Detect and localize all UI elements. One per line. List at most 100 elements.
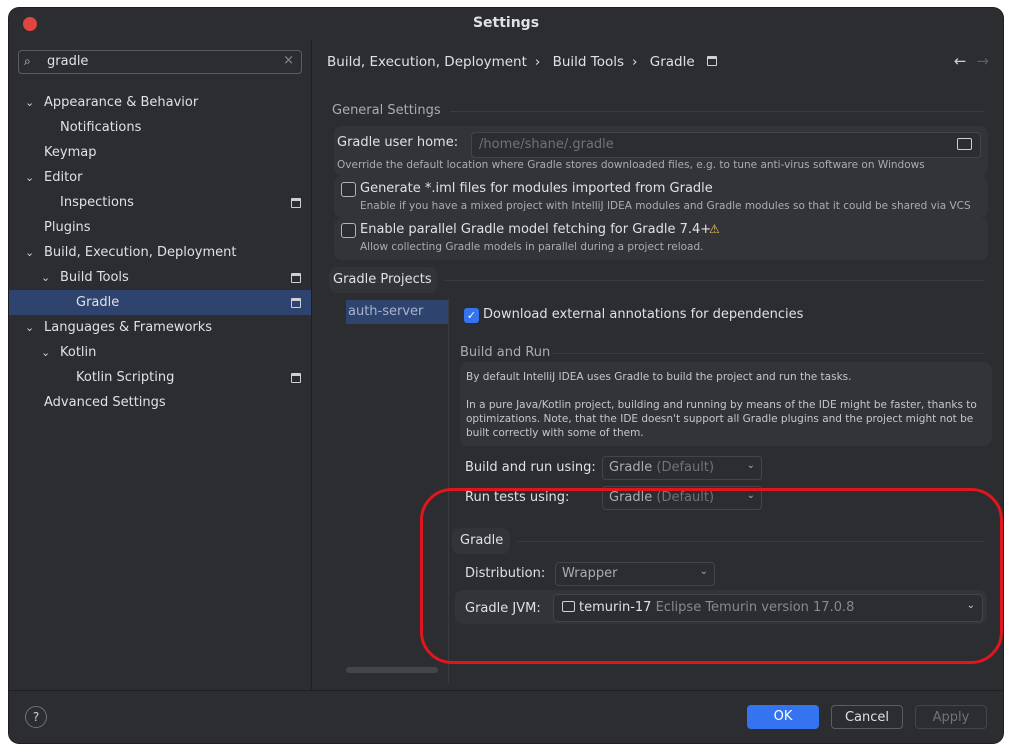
sidebar-item-gradle[interactable]: Gradle xyxy=(9,290,311,315)
parallel-checkbox[interactable] xyxy=(341,223,356,238)
project-level-icon xyxy=(291,373,301,383)
search-value: gradle xyxy=(47,54,89,69)
project-item-auth-server[interactable]: auth-server xyxy=(346,300,448,324)
user-home-label: Gradle user home: xyxy=(337,135,459,150)
distribution-label: Distribution: xyxy=(465,566,546,581)
sidebar-item-label: Kotlin xyxy=(60,345,97,360)
sidebar-item-advanced-settings[interactable]: Advanced Settings xyxy=(9,390,311,415)
settings-sidebar: ⌕ gradle × ⌄ Appearance & Behavior Notif… xyxy=(9,40,312,690)
chevron-down-icon[interactable]: ⌄ xyxy=(41,340,50,365)
forward-arrow-icon[interactable]: → xyxy=(976,52,989,70)
back-arrow-icon[interactable]: ← xyxy=(954,52,967,70)
divider xyxy=(552,353,984,354)
sidebar-item-notifications[interactable]: Notifications xyxy=(9,115,311,140)
history-navigation: ← → xyxy=(954,52,989,70)
build-using-select[interactable]: Gradle (Default) ⌄ xyxy=(602,456,762,480)
gradle-section-title: Gradle xyxy=(460,533,504,548)
sidebar-item-label: Notifications xyxy=(60,120,142,135)
gradle-jvm-sub: Eclipse Temurin version 17.0.8 xyxy=(655,600,855,615)
build-and-run-info: By default IntelliJ IDEA uses Gradle to … xyxy=(460,362,992,446)
breadcrumb-item[interactable]: Build Tools xyxy=(553,54,624,70)
gradle-projects-list: auth-server xyxy=(346,298,449,683)
general-settings-title: General Settings xyxy=(332,103,441,118)
apply-button[interactable]: Apply xyxy=(915,705,987,729)
search-icon: ⌕ xyxy=(24,54,31,68)
cancel-button[interactable]: Cancel xyxy=(831,705,903,729)
chevron-down-icon[interactable]: ⌄ xyxy=(25,165,34,190)
chevron-down-icon[interactable]: ⌄ xyxy=(41,265,50,290)
sidebar-item-appearance-behavior[interactable]: ⌄ Appearance & Behavior xyxy=(9,90,311,115)
build-and-run-title: Build and Run xyxy=(460,345,551,360)
breadcrumb-separator: › xyxy=(632,54,638,70)
sidebar-item-plugins[interactable]: Plugins xyxy=(9,215,311,240)
sidebar-item-label: Editor xyxy=(44,170,83,185)
sidebar-item-languages-frameworks[interactable]: ⌄ Languages & Frameworks xyxy=(9,315,311,340)
distribution-select[interactable]: Wrapper ⌄ xyxy=(555,562,715,586)
project-level-icon xyxy=(706,56,717,66)
chevron-down-icon[interactable]: ⌄ xyxy=(25,315,34,340)
horizontal-scrollbar[interactable] xyxy=(346,667,438,673)
iml-checkbox[interactable] xyxy=(341,182,356,197)
download-annotations-label: Download external annotations for depend… xyxy=(483,307,804,322)
sidebar-item-label: Inspections xyxy=(60,195,134,210)
sidebar-item-kotlin-scripting[interactable]: Kotlin Scripting xyxy=(9,365,311,390)
build-using-sub: (Default) xyxy=(656,460,715,475)
parallel-hint: Allow collecting Gradle models in parall… xyxy=(360,241,704,253)
breadcrumb-separator: › xyxy=(534,54,541,70)
tests-using-select[interactable]: Gradle (Default) ⌄ xyxy=(602,486,762,510)
chevron-down-icon: ⌄ xyxy=(746,490,755,501)
sidebar-item-inspections[interactable]: Inspections xyxy=(9,190,311,215)
build-using-value: Gradle xyxy=(609,460,653,475)
info-text-2: In a pure Java/Kotlin project, building … xyxy=(466,399,977,439)
parallel-label: Enable parallel Gradle model fetching fo… xyxy=(360,222,712,237)
sidebar-item-label: Build, Execution, Deployment xyxy=(44,245,237,260)
sidebar-item-label: Kotlin Scripting xyxy=(76,370,175,385)
window-title: Settings xyxy=(472,15,540,31)
title-bar: Settings xyxy=(9,8,1003,40)
warning-icon: ⚠ xyxy=(709,222,720,236)
sidebar-item-label: Advanced Settings xyxy=(44,395,166,410)
project-level-icon xyxy=(291,273,301,283)
user-home-value: /home/shane/.gradle xyxy=(479,137,614,152)
sidebar-item-editor[interactable]: ⌄ Editor xyxy=(9,165,311,190)
breadcrumb-item: Gradle xyxy=(649,54,695,70)
chevron-down-icon[interactable]: ⌄ xyxy=(25,90,34,115)
sidebar-item-keymap[interactable]: Keymap xyxy=(9,140,311,165)
sidebar-item-label: Gradle xyxy=(76,295,120,310)
gradle-projects-title: Gradle Projects xyxy=(333,272,432,287)
sidebar-item-build-execution-deployment[interactable]: ⌄ Build, Execution, Deployment xyxy=(9,240,311,265)
divider xyxy=(444,280,984,281)
jdk-folder-icon xyxy=(562,601,575,612)
sidebar-item-kotlin[interactable]: ⌄ Kotlin xyxy=(9,340,311,365)
divider xyxy=(517,541,984,542)
chevron-down-icon: ⌄ xyxy=(966,600,975,611)
divider xyxy=(450,111,984,112)
user-home-hint: Override the default location where Grad… xyxy=(337,159,925,171)
sidebar-item-label: Build Tools xyxy=(60,270,129,285)
chevron-down-icon[interactable]: ⌄ xyxy=(25,240,34,265)
gradle-jvm-label: Gradle JVM: xyxy=(465,601,541,616)
gradle-jvm-value: temurin-17 xyxy=(579,600,652,615)
ok-button[interactable]: OK xyxy=(747,705,819,729)
project-level-icon xyxy=(291,198,301,208)
info-text-1: By default IntelliJ IDEA uses Gradle to … xyxy=(466,371,852,383)
help-button[interactable]: ? xyxy=(25,706,47,728)
build-using-label: Build and run using: xyxy=(465,460,596,475)
dialog-footer: ? OK Cancel Apply xyxy=(9,690,1003,743)
download-annotations-checkbox[interactable]: ✓ xyxy=(464,308,479,323)
iml-hint: Enable if you have a mixed project with … xyxy=(360,200,971,212)
tests-using-sub: (Default) xyxy=(656,490,715,505)
sidebar-item-label: Plugins xyxy=(44,220,91,235)
folder-icon[interactable] xyxy=(957,138,972,150)
chevron-down-icon: ⌄ xyxy=(746,460,755,471)
user-home-field[interactable]: /home/shane/.gradle xyxy=(471,132,981,158)
tests-using-value: Gradle xyxy=(609,490,653,505)
clear-search-icon[interactable]: × xyxy=(283,53,294,68)
gradle-jvm-select[interactable]: temurin-17 Eclipse Temurin version 17.0.… xyxy=(553,594,983,622)
tests-using-label: Run tests using: xyxy=(465,490,570,505)
sidebar-item-build-tools[interactable]: ⌄ Build Tools xyxy=(9,265,311,290)
sidebar-item-label: Languages & Frameworks xyxy=(44,320,213,335)
search-input[interactable]: ⌕ gradle × xyxy=(18,50,302,74)
settings-content: Build, Execution, Deployment › Build Tool… xyxy=(312,40,1003,690)
breadcrumb-item[interactable]: Build, Execution, Deployment xyxy=(327,54,527,70)
